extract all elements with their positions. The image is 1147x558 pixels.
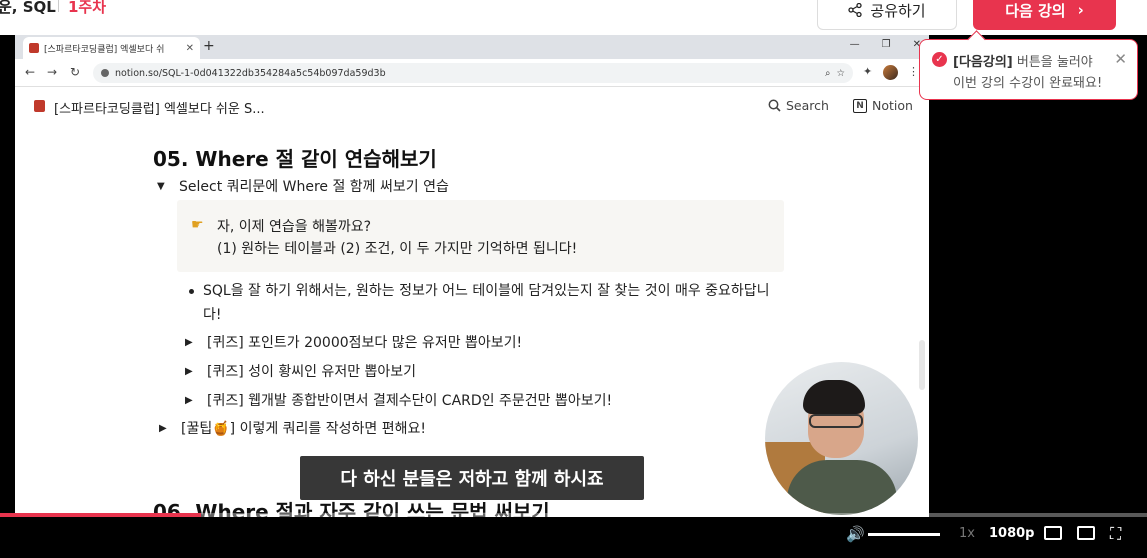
pip-icon[interactable] [1077, 526, 1095, 540]
quiz-label: [퀴즈] 성이 황씨인 유저만 뽑아보기 [207, 364, 417, 380]
tab-title: [스파르타코딩클럽] 엑셀보다 쉬 [44, 44, 165, 55]
captions-icon[interactable] [1044, 526, 1062, 540]
quality-selector[interactable]: 1080p [989, 526, 1035, 541]
window-controls: — ❐ ✕ [850, 39, 921, 50]
triangle-right-icon[interactable]: ▶ [185, 366, 197, 377]
reload-icon[interactable]: ↻ [70, 65, 80, 79]
caption: 다 하신 분들은 저하고 함께 하시죠 [300, 456, 644, 500]
url-text: notion.so/SQL-1-0d041322db354284a5c54b09… [115, 67, 386, 79]
triangle-down-icon[interactable]: ▼ [157, 181, 169, 192]
tooltip-line: [다음강의] 버튼을 눌러야 [953, 51, 1093, 70]
bullet-dot [189, 289, 194, 294]
tip-toggle[interactable]: ▶ [꿀팁🍯] 이렇게 쿼리를 작성하면 편해요! [159, 418, 426, 438]
browser-tab[interactable]: [스파르타코딩클럽] 엑셀보다 쉬 ✕ [23, 37, 200, 59]
tooltip-highlight: [다음강의] [953, 55, 1013, 70]
search-icon [768, 99, 781, 112]
favicon-icon [29, 43, 39, 53]
star-icon[interactable]: ☆ [836, 68, 845, 79]
share-button[interactable]: 공유하기 [817, 0, 957, 30]
presenter-webcam [765, 362, 918, 515]
course-header: 운, SQL 1주차 공유하기 다음 강의 › [0, 0, 1147, 35]
triangle-right-icon[interactable]: ▶ [185, 337, 197, 348]
quiz-toggle[interactable]: ▶ [퀴즈] 웹개발 종합반이면서 결제수단이 CARD인 주문건만 뽑아보기! [185, 390, 612, 410]
quiz-label: [퀴즈] 웹개발 종합반이면서 결제수단이 CARD인 주문건만 뽑아보기! [207, 393, 613, 409]
volume-fill [868, 533, 940, 536]
tip-label: [꿀팁🍯] 이렇게 쿼리를 작성하면 편해요! [181, 421, 426, 437]
notion-topbar: [스파르타코딩클럽] 엑셀보다 쉬운 S... Search N Notion [15, 88, 929, 126]
chevron-right-icon: › [1077, 1, 1084, 19]
search-label: Search [786, 98, 829, 113]
quiz-toggle[interactable]: ▶ [퀴즈] 성이 황씨인 유저만 뽑아보기 [185, 361, 416, 381]
callout-line: 자, 이제 연습을 해볼까요? [217, 219, 372, 235]
close-icon[interactable]: ✕ [186, 43, 194, 54]
fullscreen-icon[interactable]: ⛶ [1110, 524, 1121, 544]
search-button[interactable]: Search [768, 98, 829, 113]
next-lesson-label: 다음 강의 [1005, 1, 1066, 20]
close-icon[interactable]: ✕ [1114, 50, 1127, 68]
triangle-right-icon[interactable]: ▶ [185, 395, 197, 406]
next-lesson-button[interactable]: 다음 강의 › [973, 0, 1116, 30]
notion-button[interactable]: N Notion [853, 98, 913, 113]
url-field[interactable]: notion.so/SQL-1-0d041322db354284a5c54b09… [93, 63, 853, 83]
divider [58, 0, 59, 12]
notion-label: Notion [872, 98, 913, 113]
next-lesson-tooltip: ✓ [다음강의] 버튼을 눌러야 이번 강의 수강이 완료돼요! ✕ [919, 39, 1138, 100]
player-controls: 🔊 1x 1080p ⛶ [0, 517, 1147, 558]
volume-icon[interactable]: 🔊 [846, 525, 865, 543]
restore-icon[interactable]: ❐ [882, 39, 891, 50]
pointing-hand-icon: ☛ [191, 217, 204, 233]
profile-avatar[interactable] [883, 65, 898, 80]
forward-icon[interactable]: → [47, 65, 57, 79]
scrollbar[interactable] [919, 340, 925, 390]
lock-icon [101, 69, 109, 77]
playback-speed[interactable]: 1x [959, 526, 975, 541]
new-tab-icon[interactable]: + [203, 38, 215, 54]
zoom-icon[interactable]: ⌕ [825, 68, 830, 79]
triangle-right-icon[interactable]: ▶ [159, 423, 171, 434]
tooltip-line: 이번 강의 수강이 완료돼요! [953, 76, 1103, 91]
share-label: 공유하기 [870, 1, 926, 20]
share-icon [848, 3, 863, 17]
toggle-label: Select 쿼리문에 Where 절 함께 써보기 연습 [179, 179, 449, 195]
page-icon [34, 100, 45, 112]
video-player[interactable]: [스파르타코딩클럽] 엑셀보다 쉬 ✕ + — ❐ ✕ ← → ↻ notion… [0, 35, 1147, 523]
toggle-block[interactable]: ▼ Select 쿼리문에 Where 절 함께 써보기 연습 [157, 176, 449, 196]
tooltip-text: 버튼을 눌러야 [1012, 55, 1093, 70]
notion-page-title[interactable]: [스파르타코딩클럽] 엑셀보다 쉬운 S... [54, 98, 265, 117]
course-title: 운, SQL [0, 0, 56, 16]
extensions-icon[interactable]: ✦ [863, 65, 872, 78]
quiz-label: [퀴즈] 포인트가 20000점보다 많은 유저만 뽑아보기! [207, 335, 523, 351]
callout-block: ☛ 자, 이제 연습을 해볼까요? (1) 원하는 테이블과 (2) 조건, 이… [177, 200, 784, 272]
menu-icon[interactable]: ⋮ [908, 65, 919, 78]
check-icon: ✓ [932, 52, 947, 67]
callout-line: (1) 원하는 테이블과 (2) 조건, 이 두 가지만 기억하면 됩니다! [217, 241, 578, 257]
minimize-icon[interactable]: — [850, 39, 860, 50]
volume-slider[interactable] [868, 533, 940, 536]
notion-logo-icon: N [853, 98, 867, 113]
tab-strip: [스파르타코딩클럽] 엑셀보다 쉬 ✕ + — ❐ ✕ [15, 35, 929, 59]
address-bar: ← → ↻ notion.so/SQL-1-0d041322db354284a5… [15, 59, 929, 87]
section-heading: 05. Where 절 같이 연습해보기 [153, 147, 437, 171]
quiz-toggle[interactable]: ▶ [퀴즈] 포인트가 20000점보다 많은 유저만 뽑아보기! [185, 332, 522, 352]
back-icon[interactable]: ← [25, 65, 35, 79]
bullet-item: SQL을 잘 하기 위해서는, 원하는 정보가 어느 테이블에 담겨있는지 잘 … [203, 283, 770, 323]
course-week: 1주차 [68, 0, 107, 16]
